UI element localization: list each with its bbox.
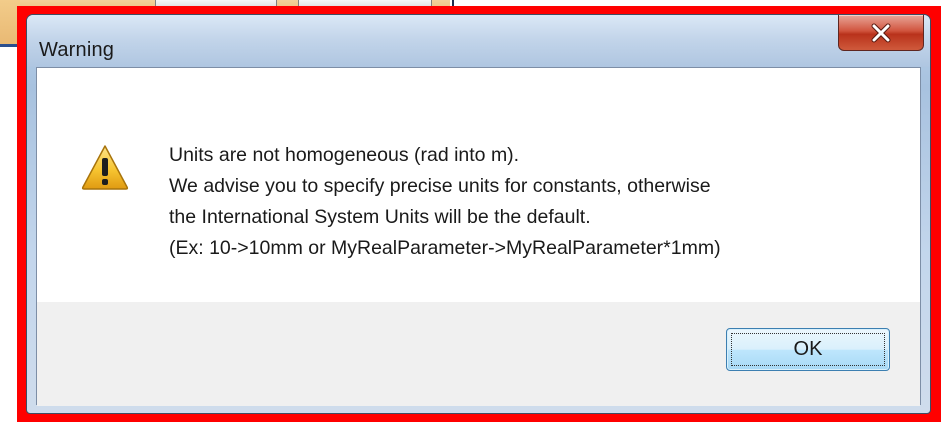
warning-icon xyxy=(81,144,129,190)
message-area: Units are not homogeneous (rad into m). … xyxy=(37,68,920,302)
dialog-titlebar[interactable]: Warning xyxy=(27,15,930,67)
message-line: We advise you to specify precise units f… xyxy=(169,175,711,197)
close-button[interactable] xyxy=(838,15,924,51)
ok-button-label: OK xyxy=(793,338,823,360)
message-line: (Ex: 10->10mm or MyRealParameter->MyReal… xyxy=(169,237,721,259)
warning-message: Units are not homogeneous (rad into m). … xyxy=(169,140,721,264)
dialog-title: Warning xyxy=(39,39,115,61)
warning-dialog: Warning Units are not homogeneous (rad i… xyxy=(26,14,931,414)
dialog-footer: OK xyxy=(37,302,920,406)
message-line: the International System Units will be t… xyxy=(169,206,591,228)
dialog-body: Units are not homogeneous (rad into m). … xyxy=(36,67,921,406)
close-icon xyxy=(839,15,923,50)
screen: Warning Units are not homogeneous (rad i… xyxy=(0,0,941,422)
ok-button[interactable]: OK xyxy=(726,328,890,371)
message-line: Units are not homogeneous (rad into m). xyxy=(169,144,520,166)
